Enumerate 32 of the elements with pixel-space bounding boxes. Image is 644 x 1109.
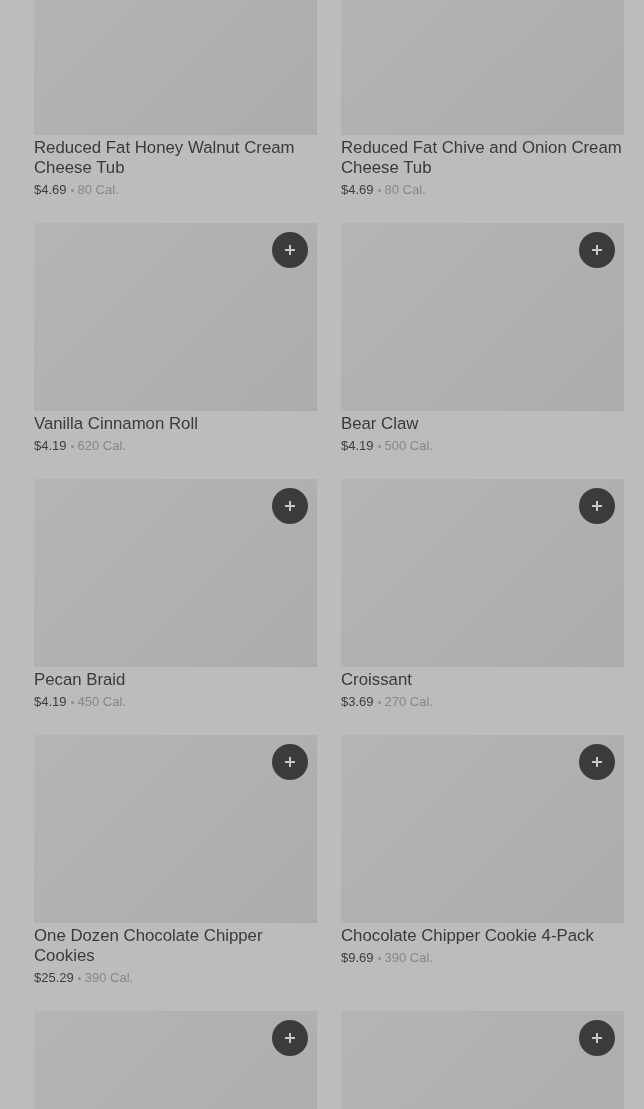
plus-icon: [591, 244, 603, 256]
plus-icon: [284, 244, 296, 256]
plus-icon: [591, 500, 603, 512]
add-button[interactable]: [579, 488, 615, 524]
plus-icon: [591, 1032, 603, 1044]
add-button[interactable]: [579, 744, 615, 780]
add-button[interactable]: [272, 1020, 308, 1056]
item-name: Bear Claw: [341, 414, 420, 434]
item-name: Vanilla Cinnamon Roll: [34, 414, 199, 434]
add-button[interactable]: [272, 232, 308, 268]
add-button[interactable]: [579, 232, 615, 268]
item-price: $3.69: [341, 693, 374, 711]
item-price: $4.69: [34, 181, 67, 199]
item-price: $9.69: [341, 949, 374, 967]
item-price: $4.69: [341, 181, 374, 199]
item-name: One Dozen Chocolate Chipper Cookies: [34, 926, 264, 966]
item-name: Reduced Fat Honey Walnut Cream Cheese Tub: [34, 138, 296, 178]
plus-icon: [284, 756, 296, 768]
add-button[interactable]: [579, 1020, 615, 1056]
item-name: Croissant: [341, 670, 413, 690]
item-name: Chocolate Chipper Cookie 4-Pack: [341, 926, 595, 946]
add-button[interactable]: [272, 744, 308, 780]
item-price: $4.19: [34, 693, 67, 711]
item-price: $4.19: [34, 437, 67, 455]
plus-icon: [284, 1032, 296, 1044]
item-price: $4.19: [341, 437, 374, 455]
item-price: $25.29: [34, 969, 74, 987]
plus-icon: [284, 500, 296, 512]
plus-icon: [591, 756, 603, 768]
item-name: Reduced Fat Chive and Onion Cream Cheese Tub: [341, 138, 623, 178]
item-name: Pecan Braid: [34, 670, 127, 690]
add-button[interactable]: [272, 488, 308, 524]
